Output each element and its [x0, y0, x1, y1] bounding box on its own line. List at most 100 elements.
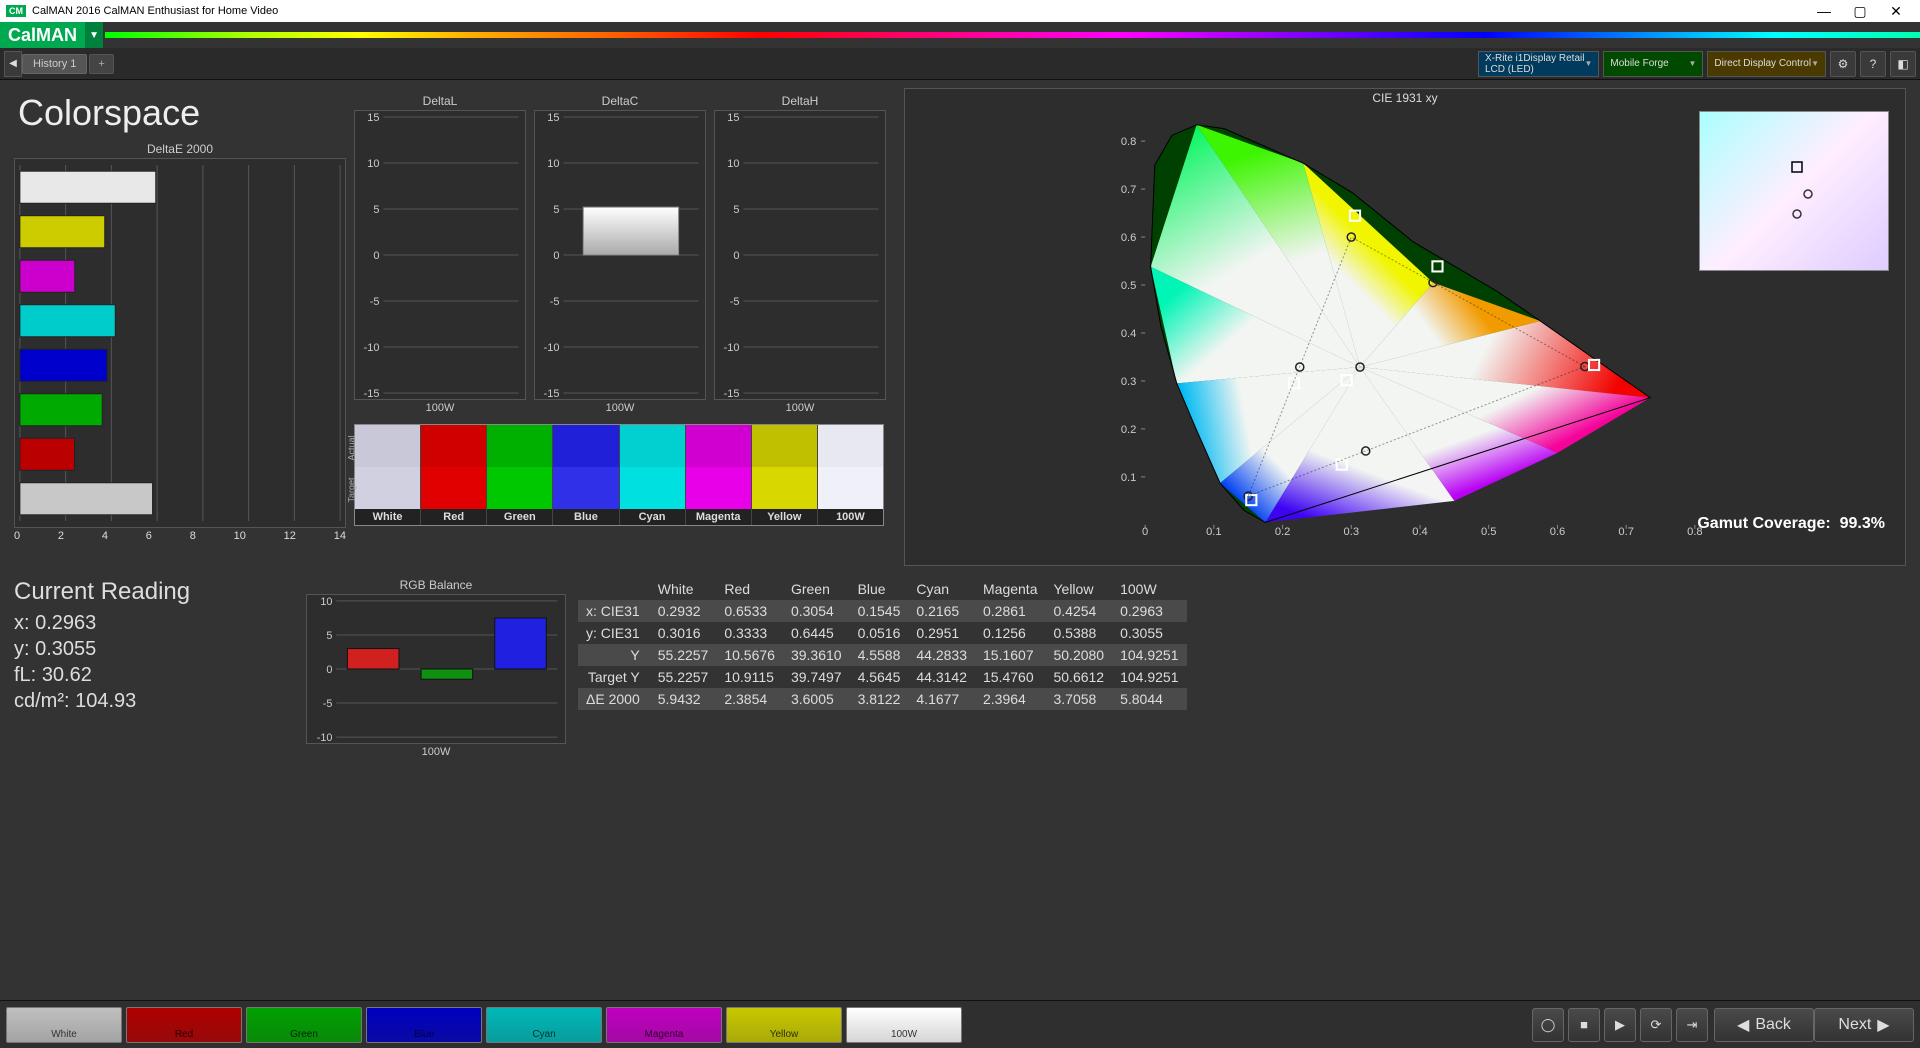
- svg-text:0.6: 0.6: [1550, 526, 1566, 535]
- bottom-bar: WhiteRedGreenBlueCyanMagentaYellow100W ◯…: [0, 1000, 1920, 1048]
- minimize-button[interactable]: —: [1806, 3, 1842, 19]
- svg-text:0.1: 0.1: [1121, 472, 1137, 484]
- swatch-actual-label: Actual: [347, 435, 357, 460]
- bottom-swatch-blue[interactable]: Blue: [366, 1007, 482, 1043]
- panel-icon: ◧: [1897, 57, 1908, 71]
- svg-text:10: 10: [727, 158, 739, 170]
- stop-icon: ■: [1580, 1017, 1588, 1032]
- bottom-swatch-magenta[interactable]: Magenta: [606, 1007, 722, 1043]
- continuous-button[interactable]: ⇥: [1676, 1008, 1708, 1042]
- bottom-swatch-cyan[interactable]: Cyan: [486, 1007, 602, 1043]
- window-title: CalMAN 2016 CalMAN Enthusiast for Home V…: [32, 5, 278, 17]
- chart-deltac-xtick: 100W: [534, 400, 706, 414]
- svg-text:-5: -5: [323, 698, 333, 710]
- svg-text:15: 15: [367, 112, 379, 124]
- chevron-down-icon: ▼: [1584, 59, 1592, 68]
- chart-deltal: -15-10-5051015: [354, 110, 526, 400]
- svg-text:0.6: 0.6: [1121, 232, 1137, 244]
- svg-text:0.4: 0.4: [1412, 526, 1428, 535]
- help-icon: ?: [1870, 57, 1877, 71]
- bottom-swatch-100w[interactable]: 100W: [846, 1007, 962, 1043]
- stop-button[interactable]: ■: [1568, 1008, 1600, 1042]
- svg-text:10: 10: [320, 596, 332, 608]
- svg-text:15: 15: [547, 112, 559, 124]
- chart-title-deltah: DeltaH: [714, 94, 886, 108]
- bottom-swatch-red[interactable]: Red: [126, 1007, 242, 1043]
- chevron-down-icon: ▼: [1811, 59, 1819, 68]
- chart-cie: CIE 1931 xy 00.10.20.30.40.50.60.70.80.1…: [904, 88, 1906, 566]
- back-button[interactable]: ◀ Back: [1714, 1008, 1814, 1042]
- chart-rgb-balance: -10 -5 0 5 10: [306, 594, 566, 744]
- svg-text:-5: -5: [730, 296, 740, 308]
- svg-text:0: 0: [553, 250, 559, 262]
- settings-button[interactable]: ⚙: [1830, 51, 1856, 77]
- next-button[interactable]: Next ▶: [1814, 1008, 1914, 1042]
- svg-text:0: 0: [373, 250, 379, 262]
- repeat-icon: ⟳: [1651, 1017, 1662, 1033]
- circle-icon: ◯: [1541, 1017, 1556, 1033]
- tab-add-button[interactable]: +: [89, 54, 113, 74]
- rainbow-stripe: [105, 32, 1920, 38]
- chart-title-deltac: DeltaC: [534, 94, 706, 108]
- repeat-button[interactable]: ⟳: [1640, 1008, 1672, 1042]
- maximize-button[interactable]: ▢: [1842, 3, 1878, 20]
- swatch-table: Actual Target WhiteRedGreenBlueCyanMagen…: [354, 424, 884, 526]
- gamut-coverage-label: Gamut Coverage: 99.3%: [1697, 515, 1885, 533]
- bottom-swatch-green[interactable]: Green: [246, 1007, 362, 1043]
- page-title: Colorspace: [18, 92, 346, 134]
- chart-title-deltae2000: DeltaE 2000: [14, 142, 346, 156]
- tab-history-1[interactable]: History 1: [22, 54, 87, 74]
- dropdown-display-control[interactable]: Direct Display Control▼: [1707, 51, 1826, 77]
- svg-text:0: 0: [326, 664, 332, 676]
- brand-menu-button[interactable]: ▼: [85, 22, 103, 48]
- history-back-button[interactable]: ◀: [4, 51, 22, 77]
- brand-logo: CalMAN: [0, 22, 85, 48]
- current-reading-title: Current Reading: [14, 578, 294, 606]
- gear-icon: ⚙: [1838, 57, 1849, 71]
- svg-text:0: 0: [733, 250, 739, 262]
- svg-text:0.1: 0.1: [1206, 526, 1222, 535]
- svg-text:5: 5: [326, 630, 332, 642]
- chart-deltac: -15-10-5051015: [534, 110, 706, 400]
- chart-deltah-xtick: 100W: [714, 400, 886, 414]
- svg-text:0.7: 0.7: [1121, 184, 1137, 196]
- svg-text:0.8: 0.8: [1121, 136, 1137, 148]
- swatch-target-label: Target: [347, 477, 357, 502]
- svg-text:0.5: 0.5: [1481, 526, 1497, 535]
- dropdown-meter[interactable]: X-Rite i1Display Retail LCD (LED) ▼: [1478, 51, 1599, 77]
- svg-text:0.5: 0.5: [1121, 280, 1137, 292]
- svg-text:5: 5: [733, 204, 739, 216]
- svg-text:-10: -10: [724, 342, 740, 354]
- help-button[interactable]: ?: [1860, 51, 1886, 77]
- app-logo-icon: CM: [6, 5, 26, 17]
- panel-toggle-button[interactable]: ◧: [1890, 51, 1916, 77]
- svg-text:-10: -10: [364, 342, 380, 354]
- chart-title-deltal: DeltaL: [354, 94, 526, 108]
- record-button[interactable]: ◯: [1532, 1008, 1564, 1042]
- svg-text:-15: -15: [724, 388, 740, 399]
- bottom-swatch-yellow[interactable]: Yellow: [726, 1007, 842, 1043]
- chart-rgb-xtick: 100W: [306, 744, 566, 758]
- svg-text:10: 10: [367, 158, 379, 170]
- svg-text:0.4: 0.4: [1121, 328, 1137, 340]
- toolbar: ◀ History 1 + X-Rite i1Display Retail LC…: [0, 48, 1920, 80]
- chevron-down-icon: ▼: [1688, 59, 1696, 68]
- svg-text:-15: -15: [544, 388, 560, 399]
- chart-deltae2000: [14, 158, 346, 528]
- data-table: WhiteRedGreenBlueCyanMagentaYellow100Wx:…: [578, 578, 1906, 758]
- svg-text:0: 0: [1142, 526, 1148, 535]
- svg-text:0.2: 0.2: [1121, 424, 1137, 436]
- continuous-icon: ⇥: [1687, 1017, 1698, 1033]
- svg-text:-15: -15: [364, 388, 380, 399]
- play-button[interactable]: ▶: [1604, 1008, 1636, 1042]
- chart-deltah: -15 -10 -5 0 5 10 15: [714, 110, 886, 400]
- chart-deltae2000-xticks: 02468101214: [14, 528, 346, 542]
- svg-text:-10: -10: [317, 732, 333, 743]
- play-icon: ▶: [1615, 1017, 1625, 1033]
- close-button[interactable]: ✕: [1878, 3, 1914, 20]
- bottom-swatch-white[interactable]: White: [6, 1007, 122, 1043]
- svg-text:0.7: 0.7: [1618, 526, 1634, 535]
- svg-text:5: 5: [553, 204, 559, 216]
- svg-text:15: 15: [727, 112, 739, 124]
- dropdown-source[interactable]: Mobile Forge▼: [1603, 51, 1703, 77]
